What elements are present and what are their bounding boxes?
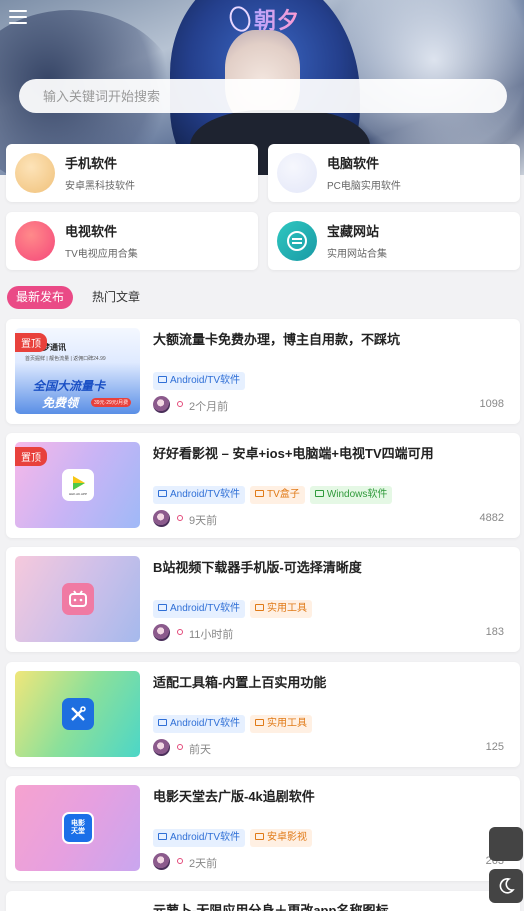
post-tabs: 最新发布 热门文章	[7, 286, 149, 309]
movie-app-icon: 电影 天堂	[62, 812, 94, 844]
pin-badge: 置顶	[15, 447, 47, 466]
folder-icon	[255, 719, 265, 726]
post-time: 前天	[189, 744, 211, 756]
category-desc: 实用网站合集	[327, 249, 387, 260]
mobile-software-icon	[15, 153, 55, 193]
category-tv-software[interactable]: 电视软件 TV电视应用合集	[6, 212, 258, 270]
post-views: 125	[485, 741, 504, 753]
post-views: 183	[485, 626, 504, 638]
clock-icon	[177, 858, 183, 864]
post-title[interactable]: 大额流量卡免费办理，博主自用款，不踩坑	[153, 329, 400, 348]
folder-icon	[158, 719, 167, 726]
folder-icon	[158, 833, 167, 840]
tag[interactable]: Android/TV软件	[153, 715, 246, 733]
post-thumbnail	[15, 556, 140, 642]
post-tags: Android/TV软件 安卓影视	[153, 829, 313, 847]
moon-icon	[499, 878, 515, 894]
category-treasure-sites[interactable]: 宝藏网站 实用网站合集	[268, 212, 520, 270]
post-card[interactable]: 电影 天堂 电影天堂去广版-4k追剧软件 Android/TV软件 安卓影视 2…	[6, 776, 520, 881]
tag[interactable]: Android/TV软件	[153, 829, 246, 847]
post-views: 1098	[479, 398, 504, 410]
post-card[interactable]: HHK.AK.APP 置顶 好好看影视 – 安卓+ios+电脑端+电视TV四端可…	[6, 433, 520, 538]
folder-icon	[255, 604, 265, 611]
tag[interactable]: 安卓影视	[250, 829, 313, 847]
avatar[interactable]	[153, 739, 170, 756]
post-card[interactable]: 元萝卜-无限应用分身＋更改app名称图标	[6, 891, 520, 911]
post-tags: Android/TV软件 实用工具	[153, 600, 313, 618]
site-logo[interactable]: 朝夕	[226, 3, 300, 35]
tag[interactable]: 实用工具	[250, 715, 313, 733]
post-thumbnail: 电影 天堂	[15, 785, 140, 871]
tv-software-icon	[15, 221, 55, 261]
clock-icon	[177, 515, 183, 521]
post-time: 2个月前	[189, 401, 229, 413]
avatar[interactable]	[153, 396, 170, 413]
post-title[interactable]: 电影天堂去广版-4k追剧软件	[153, 786, 315, 805]
folder-icon	[158, 604, 167, 611]
post-title[interactable]: B站视频下载器手机版-可选择清晰度	[153, 557, 362, 576]
category-title: 宝藏网站	[327, 224, 380, 239]
bilibili-icon	[62, 583, 94, 615]
folder-icon	[255, 490, 265, 497]
avatar[interactable]	[153, 510, 170, 527]
category-title: 手机软件	[65, 156, 118, 171]
folder-icon	[158, 376, 167, 383]
post-card[interactable]: 适配工具箱-内置上百实用功能 Android/TV软件 实用工具 前天 125	[6, 662, 520, 767]
thumb-sub: 首页掘鲜 | 靓色流量 | 返佣口碑24.99	[25, 356, 106, 362]
thumb-badge: 39元·29元/月费	[91, 398, 132, 407]
tab-popular[interactable]: 热门文章	[83, 286, 149, 309]
toolbox-icon	[62, 698, 94, 730]
post-time: 9天前	[189, 515, 218, 527]
treasure-sites-icon	[277, 221, 317, 261]
search-bar[interactable]	[19, 79, 507, 113]
dark-mode-button[interactable]	[489, 869, 523, 903]
category-desc: TV电视应用合集	[65, 249, 138, 260]
post-tags: Android/TV软件 TV盒子 Windows软件	[153, 486, 393, 504]
post-time: 11小时前	[189, 629, 234, 641]
tag[interactable]: Android/TV软件	[153, 372, 246, 390]
post-title[interactable]: 适配工具箱-内置上百实用功能	[153, 672, 326, 691]
tab-latest[interactable]: 最新发布	[7, 286, 74, 309]
post-tags: Android/TV软件	[153, 372, 246, 390]
post-card[interactable]: B站视频下载器手机版-可选择清晰度 Android/TV软件 实用工具 11小时…	[6, 547, 520, 652]
tag[interactable]: Android/TV软件	[153, 486, 246, 504]
logo-text: 朝夕	[254, 3, 300, 35]
thumb-main2: 免费领	[42, 396, 79, 410]
category-pc-software[interactable]: 电脑软件 PC电脑实用软件	[268, 144, 520, 202]
folder-icon	[314, 490, 324, 497]
scroll-top-button[interactable]	[489, 827, 523, 861]
post-card[interactable]: 梦通讯 首页掘鲜 | 靓色流量 | 返佣口碑24.99 全国大流量卡 免费领 3…	[6, 319, 520, 424]
post-title[interactable]: 元萝卜-无限应用分身＋更改app名称图标	[153, 900, 388, 911]
avatar[interactable]	[153, 624, 170, 641]
search-input[interactable]	[43, 88, 483, 104]
category-desc: 安卓黑科技软件	[65, 181, 135, 192]
app-name: HHK.AK.APP	[68, 492, 87, 496]
logo-mark-icon	[226, 3, 254, 35]
post-tags: Android/TV软件 实用工具	[153, 715, 313, 733]
tag[interactable]: 实用工具	[250, 600, 313, 618]
menu-icon[interactable]	[9, 10, 27, 24]
post-thumbnail	[15, 671, 140, 757]
post-time: 2天前	[189, 858, 218, 870]
folder-icon	[255, 833, 265, 840]
tag[interactable]: Windows软件	[309, 486, 393, 504]
clock-icon	[177, 629, 183, 635]
post-title[interactable]: 好好看影视 – 安卓+ios+电脑端+电视TV四端可用	[153, 443, 434, 462]
clock-icon	[177, 401, 183, 407]
pc-software-icon	[277, 153, 317, 193]
category-title: 电脑软件	[327, 156, 380, 171]
tag[interactable]: Android/TV软件	[153, 600, 246, 618]
folder-icon	[158, 490, 167, 497]
avatar[interactable]	[153, 853, 170, 870]
category-desc: PC电脑实用软件	[327, 181, 401, 192]
post-views: 4882	[479, 512, 504, 524]
app-icon: HHK.AK.APP	[62, 469, 94, 501]
tag[interactable]: TV盒子	[250, 486, 305, 504]
category-mobile-software[interactable]: 手机软件 安卓黑科技软件	[6, 144, 258, 202]
thumb-main: 全国大流量卡	[33, 379, 106, 393]
category-title: 电视软件	[65, 224, 118, 239]
clock-icon	[177, 744, 183, 750]
pin-badge: 置顶	[15, 333, 47, 352]
